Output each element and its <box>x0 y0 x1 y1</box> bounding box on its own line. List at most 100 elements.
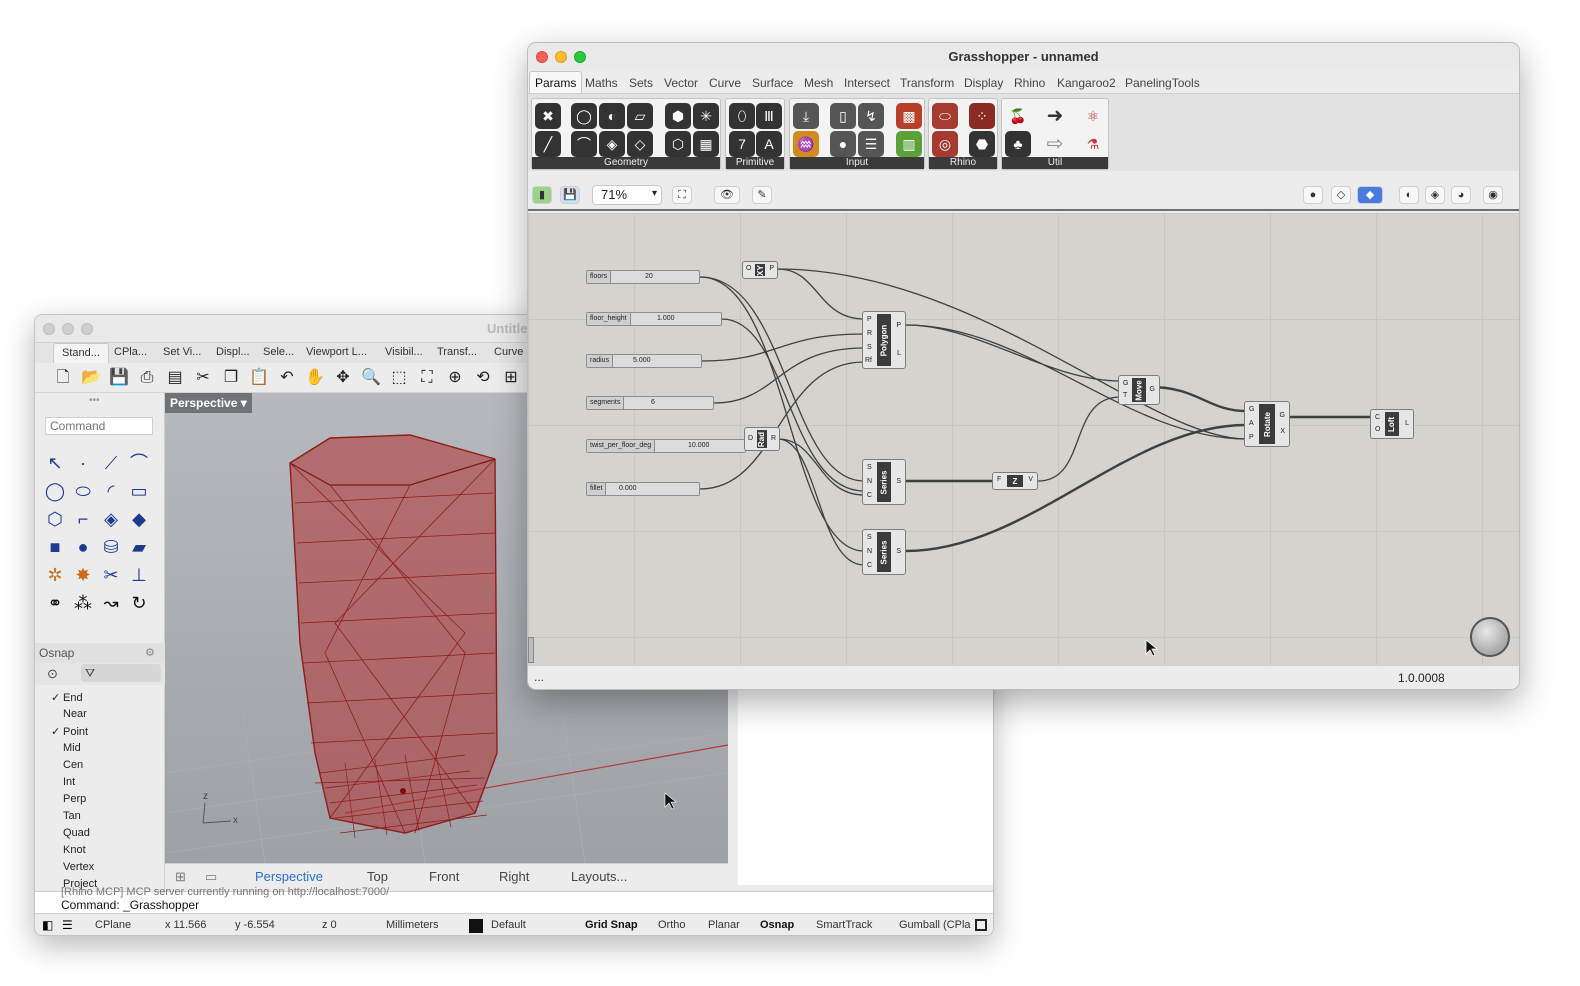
zoom-icon[interactable]: 🔍 <box>361 368 381 388</box>
plane-surface-icon[interactable]: ▰ <box>127 535 151 559</box>
close-button[interactable] <box>43 323 55 335</box>
tab-perspective[interactable]: Perspective <box>255 869 323 884</box>
osnap-near[interactable]: Near <box>51 708 87 720</box>
series-component-1[interactable]: S N C Series S <box>862 459 906 505</box>
brep-param-icon[interactable]: ◇ <box>627 131 653 157</box>
tab-right[interactable]: Right <box>499 869 529 884</box>
layer-label[interactable]: Default <box>491 919 526 931</box>
tab-display[interactable]: Displ... <box>216 346 250 358</box>
boolean-union-icon[interactable]: ⚭ <box>43 591 67 615</box>
tab-front[interactable]: Front <box>429 869 459 884</box>
osnap-tan[interactable]: Tan <box>51 810 81 822</box>
circle-param-icon[interactable]: ◯ <box>571 103 597 129</box>
tab-kangaroo2[interactable]: Kangaroo2 <box>1057 76 1116 90</box>
zoom-button[interactable] <box>81 323 93 335</box>
pan-hand-icon[interactable]: ✋ <box>305 368 325 388</box>
gradient-icon[interactable]: ▩ <box>896 103 922 129</box>
wireframe-preview-icon[interactable]: ◇ <box>1331 186 1351 204</box>
unit-z-component[interactable]: F Z V <box>992 472 1038 490</box>
tab-layouts[interactable]: Layouts... <box>571 869 627 884</box>
grid-layout-icon[interactable]: ⊞ <box>175 869 186 885</box>
cherry-icon[interactable]: 🍒 <box>1005 103 1031 129</box>
osnap-quad[interactable]: Quad <box>51 827 90 839</box>
xy-plane-component[interactable]: O XY P <box>742 261 778 279</box>
mesh-param-icon[interactable]: ✳ <box>693 103 719 129</box>
circle-icon[interactable]: ◯ <box>43 479 67 503</box>
zoom-window-icon[interactable]: ⬚ <box>389 368 409 388</box>
tab-display[interactable]: Display <box>964 76 1003 90</box>
text-param-icon[interactable]: A <box>756 131 782 157</box>
zoom-select[interactable]: 71% ▾ <box>592 185 662 205</box>
osnap-end[interactable]: ✓ End <box>51 691 83 704</box>
tab-standard[interactable]: Stand... <box>53 343 109 363</box>
grid-snap-toggle[interactable]: Grid Snap <box>585 919 638 931</box>
save-icon[interactable]: 💾 <box>560 186 580 204</box>
point-param-icon[interactable]: ✖ <box>535 103 561 129</box>
ortho-toggle[interactable]: Ortho <box>658 919 686 931</box>
tab-set-view[interactable]: Set Vi... <box>163 346 201 358</box>
slider-fillet[interactable]: fillet 0.000 <box>586 482 700 496</box>
preview-selected-icon[interactable]: ◈ <box>1425 186 1445 204</box>
flask-icon[interactable]: ⚗ <box>1080 131 1106 157</box>
tab-surface[interactable]: Surface <box>752 76 793 90</box>
zoom-selected-icon[interactable]: ⊕ <box>445 368 465 388</box>
rectangle-param-icon[interactable]: ▱ <box>627 103 653 129</box>
tab-select[interactable]: Sele... <box>263 346 294 358</box>
number-slider-icon[interactable]: ▯ <box>830 103 856 129</box>
sidebar-toggle-icon[interactable]: ◧ <box>42 918 53 932</box>
preview-color-icon[interactable]: ◕ <box>1451 186 1471 204</box>
rotate-component[interactable]: G A P Rotate G X <box>1244 401 1290 447</box>
osnap-perp[interactable]: Perp <box>51 793 86 805</box>
gear-transform-icon[interactable]: ✲ <box>43 563 67 587</box>
tab-params[interactable]: Params <box>529 71 583 93</box>
cut-icon[interactable]: ✂ <box>193 368 213 388</box>
series-component-2[interactable]: S N C Series S <box>862 529 906 575</box>
smarttrack-toggle[interactable]: SmartTrack <box>816 919 872 931</box>
move-component[interactable]: G T Move G <box>1118 375 1160 405</box>
grasshopper-canvas[interactable]: floors 20 floor_height 1.000 radius 5.00… <box>528 213 1519 667</box>
slider-segments[interactable]: segments 6 <box>586 396 714 410</box>
surface-icon[interactable]: ◈ <box>99 507 123 531</box>
preview-eye-icon[interactable]: 👁 <box>714 186 740 204</box>
osnap-point[interactable]: ✓ Point <box>51 725 88 738</box>
image-sampler-icon[interactable]: ▥ <box>896 131 922 157</box>
explode-icon[interactable]: ✸ <box>71 563 95 587</box>
tab-intersect[interactable]: Intersect <box>844 76 890 90</box>
bake-icon[interactable]: ⬭ <box>932 103 958 129</box>
slider-floors[interactable]: floors 20 <box>586 270 700 284</box>
open-file-icon[interactable]: ▮ <box>532 186 552 204</box>
arc-icon[interactable]: ◜ <box>99 479 123 503</box>
cplane-label[interactable]: CPlane <box>95 919 131 931</box>
point-icon[interactable]: · <box>71 451 95 475</box>
undo-view-icon[interactable]: ⟲ <box>473 368 493 388</box>
gear-icon[interactable]: ⚙ <box>145 646 155 659</box>
geometry-cache-icon[interactable]: ⬣ <box>969 131 995 157</box>
osnap-target-icon[interactable]: ⊙ <box>47 666 58 682</box>
tab-curve[interactable]: Curve <box>709 76 741 90</box>
polygon-icon[interactable]: ⬡ <box>43 507 67 531</box>
surface-param-icon[interactable]: ◈ <box>599 131 625 157</box>
rectangle-icon[interactable]: ▭ <box>127 479 151 503</box>
list-icon[interactable]: ☰ <box>62 918 73 932</box>
record-history-icon[interactable] <box>975 919 987 931</box>
trim-icon[interactable]: ✂ <box>99 563 123 587</box>
line-param-icon[interactable]: ╱ <box>535 131 561 157</box>
save-icon[interactable]: 💾 <box>109 368 129 388</box>
tab-vector[interactable]: Vector <box>664 76 698 90</box>
viewport-title[interactable]: Perspective ▾ <box>165 393 252 413</box>
zoom-extents-icon[interactable]: ⛶ <box>672 186 692 204</box>
paste-icon[interactable]: 📋 <box>249 368 269 388</box>
new-file-icon[interactable]: 🗋 <box>53 368 73 388</box>
chevron-down-icon[interactable]: ▾ <box>241 396 247 410</box>
planar-toggle[interactable]: Planar <box>708 919 740 931</box>
layer-color-swatch[interactable] <box>469 919 483 933</box>
ellipse-icon[interactable]: ⬭ <box>71 479 95 503</box>
toggle-icon[interactable]: ● <box>830 131 856 157</box>
tab-viewport-layout[interactable]: Viewport L... <box>306 346 367 358</box>
tab-top[interactable]: Top <box>367 869 388 884</box>
tab-mesh[interactable]: Mesh <box>804 76 833 90</box>
preview-mesh-icon[interactable]: ◐ <box>1399 186 1419 204</box>
tab-visibility[interactable]: Visibil... <box>385 346 423 358</box>
single-layout-icon[interactable]: ▭ <box>205 869 217 885</box>
arrow-outline-icon[interactable]: ⇨ <box>1042 131 1068 157</box>
